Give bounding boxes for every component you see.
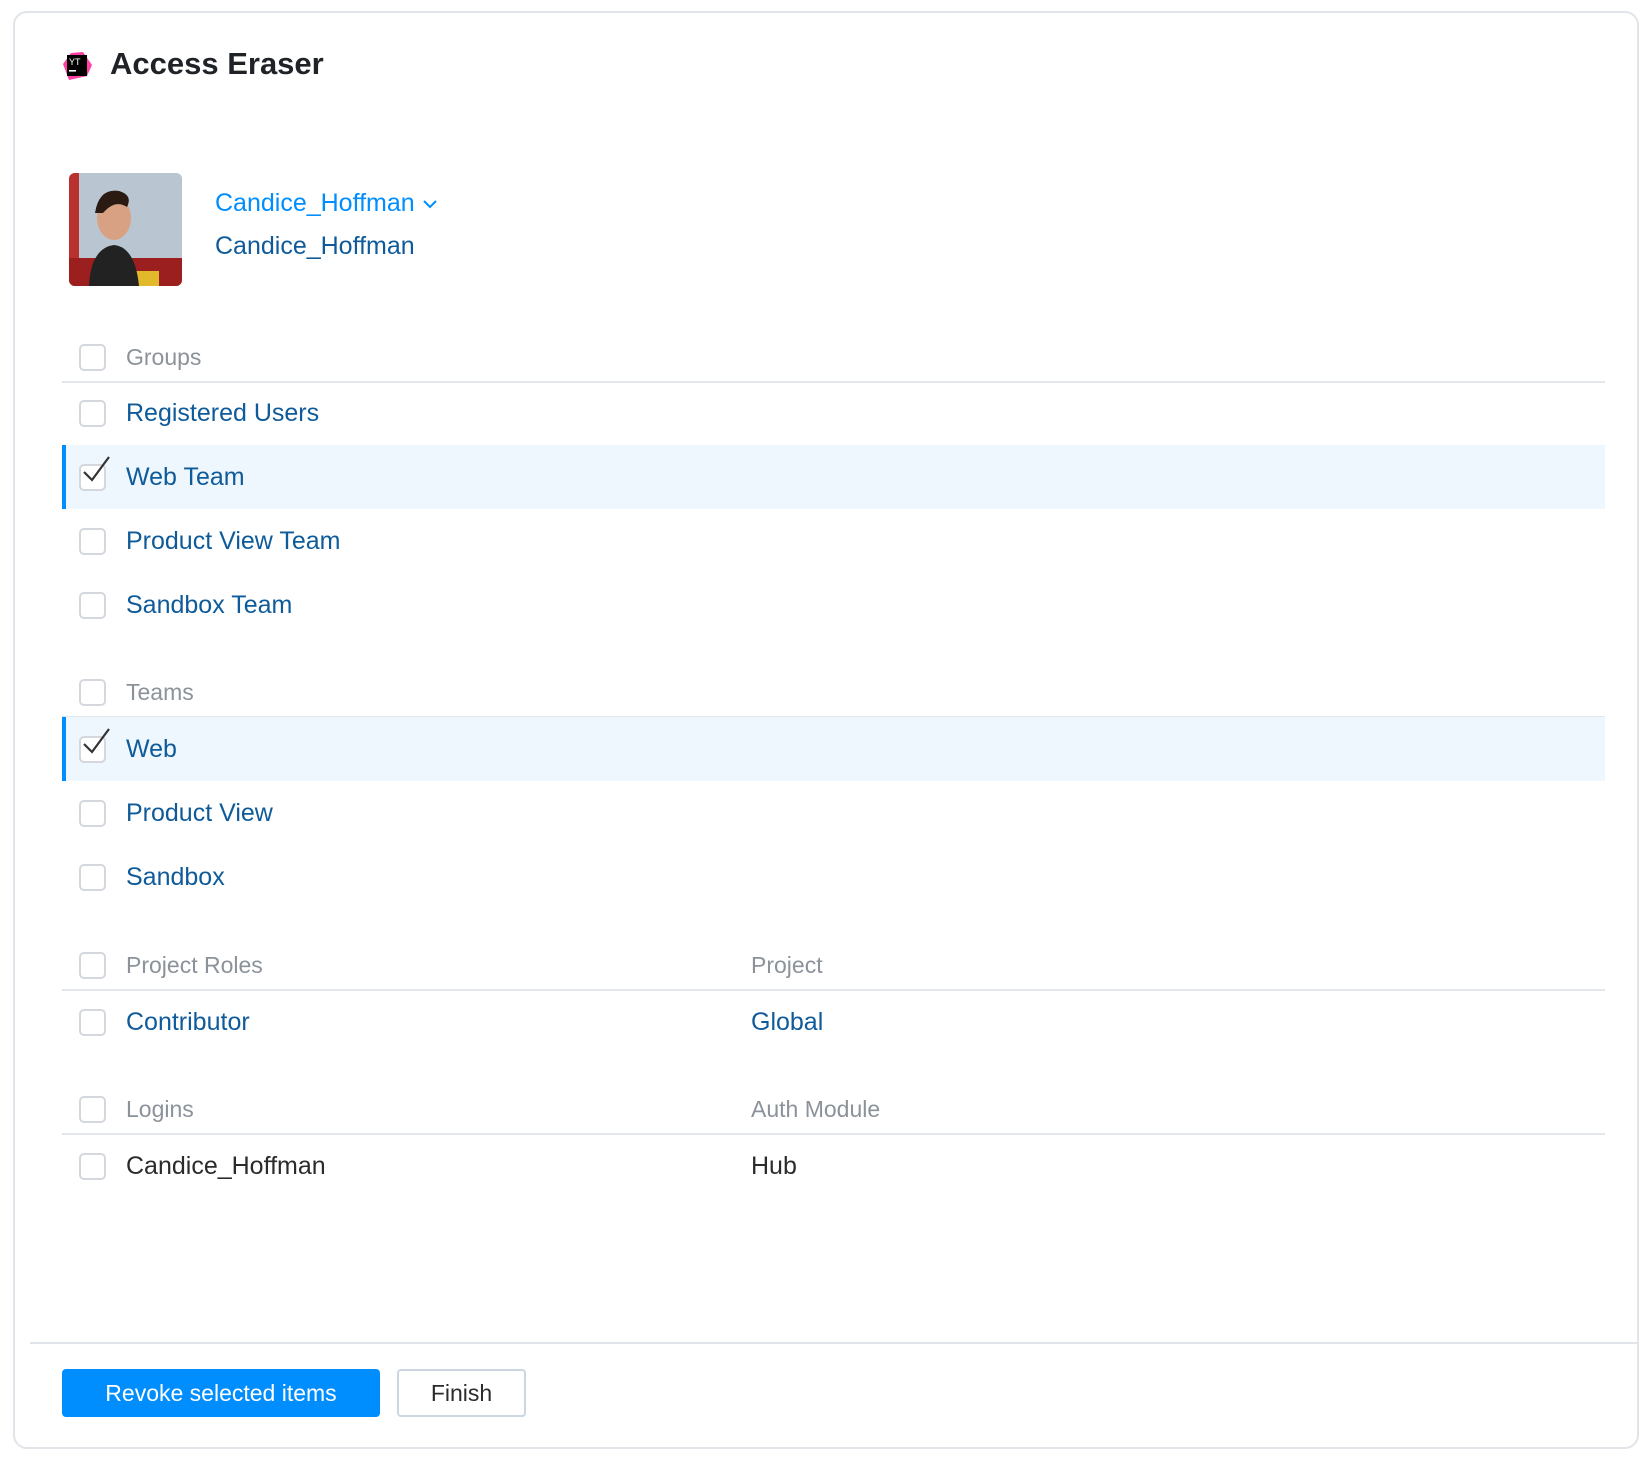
groups-header: Groups: [62, 333, 1605, 381]
row-checkbox[interactable]: [79, 1152, 106, 1180]
login-row[interactable]: Candice_Hoffman Hub: [62, 1134, 1605, 1198]
project-roles-header-label: Project Roles: [126, 951, 263, 978]
chevron-down-icon: [422, 199, 437, 208]
group-label[interactable]: Registered Users: [126, 399, 319, 428]
row-checkbox[interactable]: [79, 799, 106, 827]
project-role-row[interactable]: Contributor Global: [62, 990, 1605, 1054]
auth-module-label: Hub: [751, 1151, 797, 1180]
user-selector-dropdown[interactable]: Candice_Hoffman: [215, 189, 437, 218]
group-row[interactable]: Registered Users: [62, 381, 1605, 445]
footer-divider: [30, 1342, 1638, 1344]
teams-header: Teams: [62, 668, 1605, 716]
row-checkbox[interactable]: [79, 591, 106, 619]
select-all-roles-checkbox[interactable]: [79, 951, 106, 979]
logins-header: Logins Auth Module: [62, 1085, 1605, 1133]
page-title: Access Eraser: [110, 46, 324, 81]
team-label[interactable]: Product View: [126, 799, 273, 828]
project-column-header: Project: [751, 951, 823, 978]
row-checkbox-checked[interactable]: [79, 727, 110, 763]
groups-header-label: Groups: [126, 343, 202, 370]
team-label[interactable]: Web: [126, 735, 177, 764]
role-label[interactable]: Contributor: [126, 1008, 250, 1037]
project-link[interactable]: Global: [751, 1008, 823, 1037]
row-checkbox[interactable]: [79, 1008, 106, 1036]
svg-text:YT: YT: [69, 57, 81, 67]
select-all-teams-checkbox[interactable]: [79, 678, 106, 706]
row-checkbox-checked[interactable]: [79, 455, 110, 491]
group-label[interactable]: Web Team: [126, 463, 245, 492]
select-all-groups-checkbox[interactable]: [79, 343, 106, 371]
checkmark-icon: [83, 727, 110, 754]
row-checkbox[interactable]: [79, 863, 106, 891]
group-label[interactable]: Product View Team: [126, 527, 340, 556]
user-login: Candice_Hoffman: [215, 232, 415, 260]
team-row[interactable]: Product View: [62, 781, 1605, 845]
group-row-selected[interactable]: Web Team: [62, 445, 1605, 509]
login-label: Candice_Hoffman: [126, 1151, 326, 1180]
row-checkbox[interactable]: [79, 527, 106, 555]
team-label[interactable]: Sandbox: [126, 863, 225, 892]
user-avatar: [69, 173, 182, 286]
finish-button[interactable]: Finish: [397, 1369, 526, 1417]
youtrack-logo-icon: YT: [63, 52, 92, 80]
select-all-logins-checkbox[interactable]: [79, 1095, 106, 1123]
checkmark-icon: [83, 455, 110, 482]
teams-header-label: Teams: [126, 678, 194, 705]
team-row-selected[interactable]: Web: [62, 717, 1605, 781]
user-selector-name: Candice_Hoffman: [215, 189, 415, 217]
row-checkbox[interactable]: [79, 399, 106, 427]
group-label[interactable]: Sandbox Team: [126, 591, 292, 620]
project-roles-header: Project Roles Project: [62, 941, 1605, 989]
revoke-selected-button[interactable]: Revoke selected items: [62, 1369, 380, 1417]
group-row[interactable]: Sandbox Team: [62, 573, 1605, 637]
auth-module-column-header: Auth Module: [751, 1095, 881, 1122]
team-row[interactable]: Sandbox: [62, 845, 1605, 909]
logins-header-label: Logins: [126, 1095, 194, 1122]
group-row[interactable]: Product View Team: [62, 509, 1605, 573]
